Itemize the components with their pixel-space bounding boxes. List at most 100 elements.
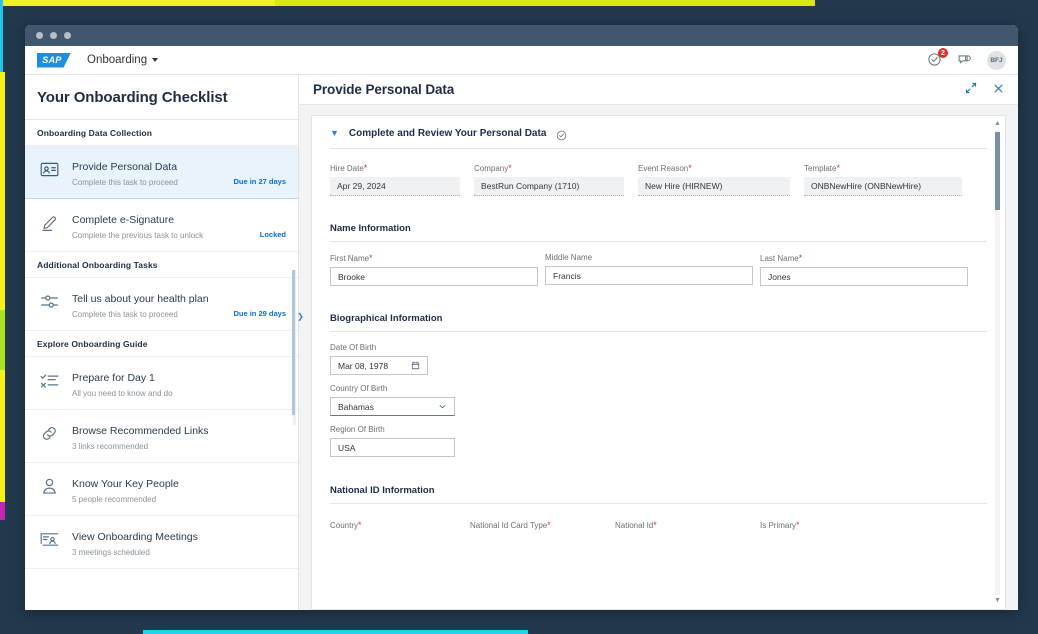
id-card-icon — [37, 157, 62, 182]
calendar-icon[interactable] — [411, 361, 420, 370]
sidebar-item-know-your-key-people[interactable]: Know Your Key People 5 people recommende… — [25, 463, 298, 516]
country-of-birth-value: Bahamas — [338, 401, 374, 412]
required-marker: * — [796, 520, 800, 530]
sidebar-item-text: View Onboarding Meetings 3 meetings sche… — [72, 527, 276, 557]
sidebar-item-complete-e-signature[interactable]: Complete e-Signature Complete the previo… — [25, 199, 298, 252]
decor-stripe-top-yellow-2 — [275, 0, 815, 6]
sidebar-item-subtitle: 3 meetings scheduled — [72, 548, 150, 557]
field-middle-name: Middle Name Francis — [545, 253, 753, 286]
middle-name-input[interactable]: Francis — [545, 266, 753, 285]
first-name-input[interactable]: Brooke — [330, 267, 538, 286]
name-information-divider — [330, 241, 987, 242]
chat-icon[interactable] — [957, 52, 973, 68]
sidebar-group-heading: Onboarding Data Collection — [25, 120, 298, 146]
sap-logo-text: SAP — [42, 55, 62, 65]
check-circle-outline-icon — [556, 128, 567, 141]
field-template: Template* ONBNewHire (ONBNewHire) — [804, 163, 962, 196]
window-maximize-dot[interactable] — [64, 32, 71, 39]
check-circle-icon[interactable]: 2 — [927, 48, 948, 68]
decor-stripe-left-magenta — [0, 502, 5, 520]
sidebar-item-prepare-for-day-1[interactable]: Prepare for Day 1 All you need to know a… — [25, 357, 298, 410]
required-marker: * — [369, 253, 373, 263]
column-header-is-primary: Is Primary* — [760, 520, 800, 530]
app-title-dropdown[interactable]: Onboarding — [87, 54, 159, 66]
date-of-birth-input[interactable]: Mar 08, 1978 — [330, 356, 428, 375]
window-minimize-dot[interactable] — [50, 32, 57, 39]
national-id-information-heading: National ID Information — [330, 485, 435, 496]
chevron-down-icon — [152, 58, 159, 62]
field-country-of-birth: Country Of Birth Bahamas — [330, 384, 455, 416]
sidebar-item-title: Tell us about your health plan — [72, 293, 209, 305]
section-divider — [330, 148, 987, 149]
app-window: SAP Onboarding 2 BFJ Your Onboarding Che… — [25, 25, 1018, 610]
field-label: Event Reason* — [638, 163, 692, 173]
field-first-name: First Name* Brooke — [330, 253, 538, 286]
last-name-input[interactable]: Jones — [760, 267, 968, 286]
close-icon[interactable] — [993, 81, 1004, 99]
sidebar-item-text: Provide Personal Data Complete this task… — [72, 157, 223, 187]
page-title: Your Onboarding Checklist — [25, 75, 298, 120]
section-header[interactable]: ▼ Complete and Review Your Personal Data — [330, 128, 987, 148]
sidebar-item-title: Complete e-Signature — [72, 214, 175, 226]
sidebar-item-health-plan[interactable]: Tell us about your health plan Complete … — [25, 278, 298, 331]
window-close-dot[interactable] — [36, 32, 43, 39]
national-id-column-headers: Country* National Id Card Type* National… — [330, 515, 987, 533]
field-label: Company* — [474, 163, 512, 173]
decor-stripe-left-yellow — [0, 72, 5, 502]
field-label: Country Of Birth — [330, 384, 388, 393]
sidebar-item-subtitle: 5 people recommended — [72, 495, 157, 504]
sidebar-item-text: Prepare for Day 1 All you need to know a… — [72, 368, 276, 398]
field-company: Company* BestRun Company (1710) — [474, 163, 624, 196]
sidebar-item-browse-recommended-links[interactable]: Browse Recommended Links 3 links recomme… — [25, 410, 298, 463]
field-label: Date Of Birth — [330, 343, 377, 352]
card-inner: ▼ Complete and Review Your Personal Data — [312, 116, 1005, 533]
personal-data-card: ▼ Complete and Review Your Personal Data — [311, 115, 1006, 610]
app-title-label: Onboarding — [87, 54, 148, 66]
sidebar-item-provide-personal-data[interactable]: Provide Personal Data Complete this task… — [25, 146, 298, 199]
event-reason-value: New Hire (HIRNEW) — [638, 177, 790, 196]
column-header-country: Country* — [330, 520, 362, 530]
card-scrollbar-thumb[interactable] — [995, 132, 1000, 210]
company-value: BestRun Company (1710) — [474, 177, 624, 196]
field-event-reason: Event Reason* New Hire (HIRNEW) — [638, 163, 790, 196]
section-title: Complete and Review Your Personal Data — [348, 128, 547, 139]
date-of-birth-value: Mar 08, 1978 — [338, 360, 389, 371]
chevron-down-icon[interactable] — [438, 402, 447, 411]
avatar[interactable]: BFJ — [987, 50, 1006, 70]
required-marker: * — [798, 253, 803, 263]
required-marker: * — [363, 163, 368, 173]
sidebar-item-subtitle: All you need to know and do — [72, 389, 173, 398]
country-of-birth-select[interactable]: Bahamas — [330, 397, 455, 416]
sidebar-item-subtitle: Complete the previous task to unlock — [72, 231, 204, 240]
field-label: First Name* — [330, 253, 373, 263]
card-scrollbar[interactable]: ▲ ▼ — [993, 120, 1002, 605]
expand-icon[interactable] — [965, 81, 977, 99]
sidebar-item-text: Tell us about your health plan Complete … — [72, 289, 223, 319]
national-id-information-divider — [330, 503, 987, 504]
link-chain-icon — [37, 421, 62, 446]
sidebar-item-title: Browse Recommended Links — [72, 425, 209, 437]
shell-bar: SAP Onboarding 2 BFJ — [25, 46, 1018, 75]
sidebar-item-subtitle: Complete this task to proceed — [72, 178, 178, 187]
decor-stripe-left-green — [0, 310, 5, 370]
sidebar-scrollbar[interactable]: ❯ — [292, 270, 304, 425]
sidebar-item-title: Provide Personal Data — [72, 161, 178, 173]
sap-logo-icon: SAP — [37, 52, 71, 68]
name-information-heading: Name Information — [330, 223, 411, 234]
meeting-calendar-icon — [37, 527, 62, 552]
required-marker: * — [653, 520, 657, 530]
scroll-down-arrow-icon[interactable]: ▼ — [993, 597, 1002, 605]
sidebar-item-view-onboarding-meetings[interactable]: View Onboarding Meetings 3 meetings sche… — [25, 516, 298, 569]
sidebar-item-locked-badge: Locked — [259, 230, 286, 239]
sidebar-scrollbar-thumb[interactable] — [292, 270, 295, 415]
top-fields-row: Hire Date* Apr 29, 2024 Company* BestRun… — [330, 163, 987, 196]
chevron-down-icon[interactable]: ▼ — [330, 129, 339, 138]
window-titlebar — [25, 25, 1018, 46]
template-value: ONBNewHire (ONBNewHire) — [804, 177, 962, 196]
settings-sliders-icon — [37, 289, 62, 314]
column-header-national-id-card-type: National Id Card Type* — [470, 520, 551, 530]
field-label: Region Of Birth — [330, 425, 385, 434]
scroll-up-arrow-icon[interactable]: ▲ — [993, 120, 1002, 128]
region-of-birth-input[interactable]: USA — [330, 438, 455, 457]
sidebar: Your Onboarding Checklist Onboarding Dat… — [25, 75, 304, 610]
